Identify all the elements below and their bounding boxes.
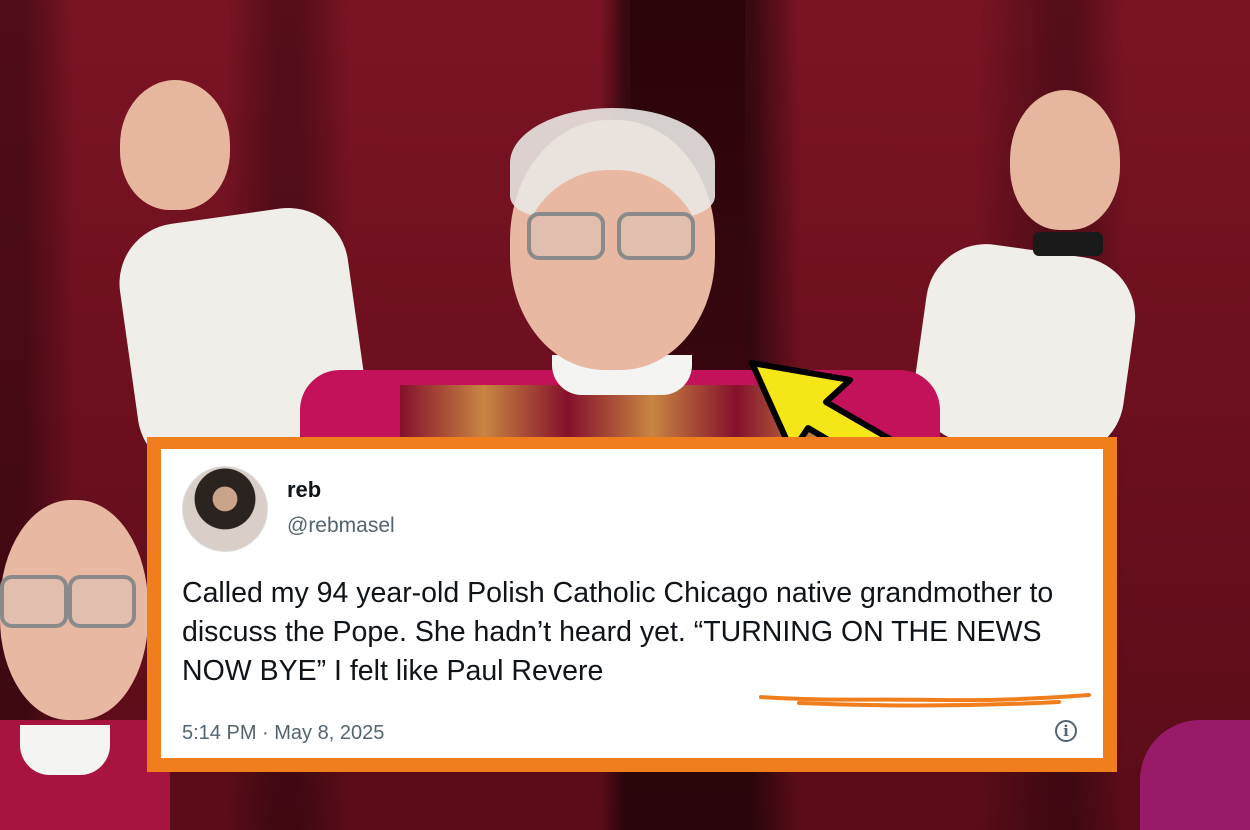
avatar[interactable] (182, 466, 268, 552)
tweet-timestamp[interactable]: 5:14 PM · May 8, 2025 (182, 722, 384, 745)
tweet-author-handle[interactable]: @rebmasel (287, 514, 395, 538)
tweet-author-name[interactable]: reb (287, 477, 321, 503)
tweet-text-highlight: I felt like Paul Revere (334, 655, 604, 687)
info-icon[interactable]: i (1055, 720, 1077, 742)
tweet-orange-frame: reb @rebmasel Called my 94 year-old Poli… (147, 437, 1117, 772)
hand-drawn-underline (759, 693, 1091, 708)
tweet-text-main: Called my 94 year-old Polish Catholic Ch… (182, 577, 1062, 687)
tweet-card: reb @rebmasel Called my 94 year-old Poli… (161, 449, 1103, 758)
tweet-text: Called my 94 year-old Polish Catholic Ch… (182, 574, 1087, 691)
